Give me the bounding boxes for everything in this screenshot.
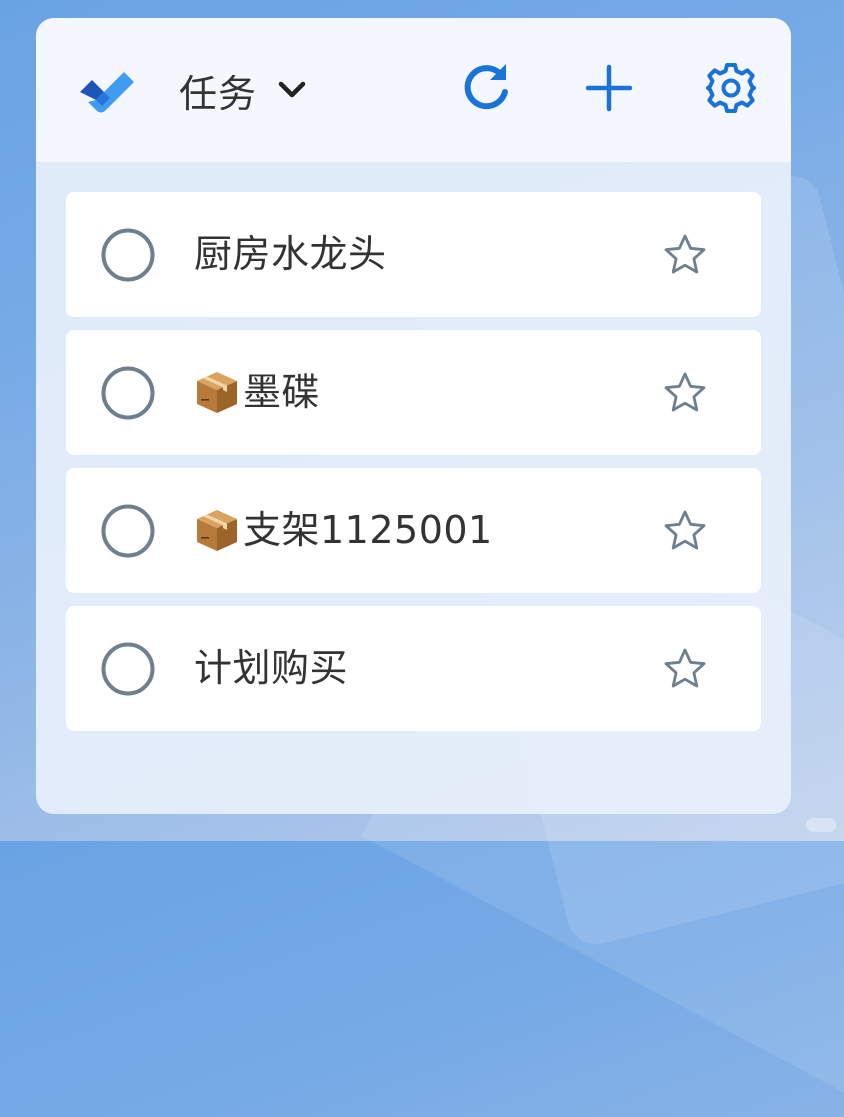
star-icon[interactable] [662,232,708,278]
package-icon [194,507,240,553]
task-title: 计划购买 [194,606,348,731]
star-icon[interactable] [662,646,708,692]
task-title: 墨碟 [194,330,320,455]
refresh-button[interactable] [458,62,514,118]
settings-button[interactable] [703,62,759,118]
list-switcher[interactable]: 任务 [179,62,309,118]
add-task-button[interactable] [581,62,637,118]
task-title: 厨房水龙头 [194,192,387,317]
task-title-text: 计划购买 [194,646,349,690]
todo-app-logo-icon[interactable] [76,62,136,118]
home-indicator [806,818,836,832]
gear-icon [705,62,757,118]
refresh-icon [460,62,512,118]
complete-task-checkbox[interactable] [101,366,155,420]
list-title: 任务 [179,71,258,116]
widget-header: 任务 [36,18,791,162]
complete-task-checkbox[interactable] [101,642,155,696]
task-title-text: 厨房水龙头 [194,232,387,276]
task-item[interactable]: 厨房水龙头 [66,192,761,317]
complete-task-checkbox[interactable] [101,504,155,558]
task-item[interactable]: 支架1125001 [66,468,761,593]
plus-icon [585,64,633,116]
complete-task-checkbox[interactable] [101,228,155,282]
task-list: 厨房水龙头 墨碟 支架1125001 计划购买 [66,192,761,744]
task-title-text: 墨碟 [243,370,321,414]
task-item[interactable]: 计划购买 [66,606,761,731]
task-item[interactable]: 墨碟 [66,330,761,455]
star-icon[interactable] [662,370,708,416]
tasks-widget: 任务 厨房水龙头 墨碟 支架1125001 计划购买 [36,18,791,814]
task-title: 支架1125001 [194,468,493,593]
chevron-down-icon [275,73,309,107]
task-title-text: 支架1125001 [243,508,493,552]
star-icon[interactable] [662,508,708,554]
package-icon [194,369,240,415]
